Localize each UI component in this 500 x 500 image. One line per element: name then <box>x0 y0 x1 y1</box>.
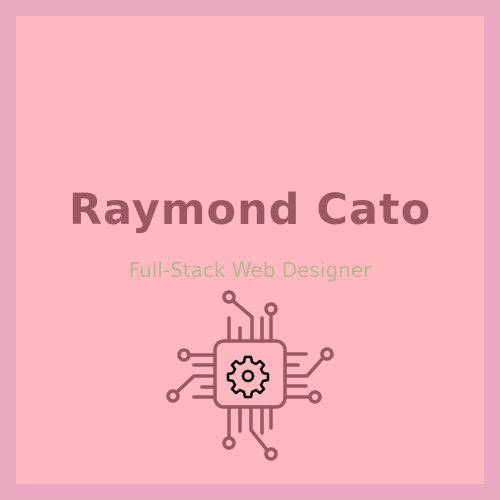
chip-gear-icon <box>166 290 334 461</box>
gear-icon <box>226 355 270 399</box>
